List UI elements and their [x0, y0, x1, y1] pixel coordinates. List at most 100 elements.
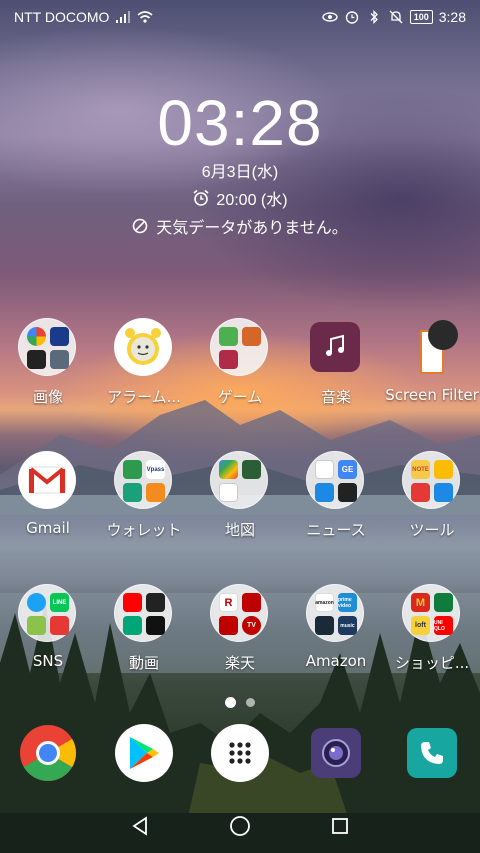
- play-store-icon: [115, 724, 173, 782]
- phone-icon: [407, 728, 457, 778]
- note-mini-icon: NOTE: [411, 460, 430, 479]
- app-music[interactable]: 音楽: [288, 318, 384, 451]
- sns-3-mini-icon: [27, 616, 46, 635]
- music-app-icon: [310, 322, 360, 372]
- images-folder-icon: [18, 318, 76, 376]
- app-gmail[interactable]: Gmail: [0, 451, 96, 584]
- news-4-mini-icon: [338, 483, 357, 502]
- wallet-3-mini-icon: [123, 483, 142, 502]
- games-folder-icon: [210, 318, 268, 376]
- rakuten-3-mini-icon: [219, 616, 238, 635]
- wallet-4-mini-icon: [146, 483, 165, 502]
- photos-mini-icon: [27, 327, 46, 346]
- dock-app-drawer[interactable]: [192, 724, 288, 784]
- tools-3-mini-icon: [411, 483, 430, 502]
- folder-maps[interactable]: 地図: [192, 451, 288, 584]
- gmail-app-icon: [18, 451, 76, 509]
- folder-maps-label: 地図: [224, 521, 255, 539]
- recents-button[interactable]: [320, 806, 360, 846]
- folder-news[interactable]: GE ニュース: [288, 451, 384, 584]
- amazon-shopping-mini-icon: amazon: [315, 593, 334, 612]
- clock-date: 6月3日(水): [201, 164, 279, 181]
- google-maps-mini-icon: [219, 460, 238, 479]
- folder-games[interactable]: ゲーム: [192, 318, 288, 451]
- clock-alarm-row[interactable]: 20:00 (水): [0, 186, 480, 210]
- app-screen-filter-label: Screen Filter: [385, 386, 479, 404]
- app-music-label: 音楽: [320, 388, 351, 406]
- shop-2-mini-icon: [434, 593, 453, 612]
- tools-4-mini-icon: [434, 483, 453, 502]
- folder-wallet-label: ウォレット: [106, 521, 182, 539]
- folder-tools[interactable]: NOTE ツール: [384, 451, 480, 584]
- back-button[interactable]: [120, 806, 160, 846]
- line-mini-icon: LINE: [50, 593, 69, 612]
- dock: [0, 724, 480, 784]
- carrier-name: NTT DOCOMO: [14, 9, 110, 25]
- recents-square-icon: [332, 817, 348, 834]
- dock-chrome[interactable]: [0, 724, 96, 784]
- weather-message: 天気データがありません。: [156, 220, 348, 237]
- mcdonalds-mini-icon: M: [411, 593, 430, 612]
- news-1-mini-icon: [315, 460, 334, 479]
- tools-folder-icon: NOTE: [402, 451, 460, 509]
- signal-icon: [116, 11, 131, 23]
- folder-wallet[interactable]: Vpass ウォレット: [96, 451, 192, 584]
- dock-play-store[interactable]: [96, 724, 192, 784]
- page-dot-2[interactable]: [246, 698, 255, 707]
- rakuten-folder-icon: R TV: [210, 584, 268, 642]
- home-circle-icon: [230, 815, 250, 836]
- app-alarm-label: アラーム...: [107, 388, 181, 406]
- folder-tools-label: ツール: [409, 521, 455, 539]
- map-2-mini-icon: [242, 460, 261, 479]
- dock-phone[interactable]: [384, 724, 480, 784]
- photo-app-mini-icon: [27, 350, 46, 369]
- rakuten-mini-icon: R: [219, 593, 238, 612]
- alarm-app-icon: [114, 318, 172, 376]
- sns-4-mini-icon: [50, 616, 69, 635]
- folder-rakuten-label: 楽天: [224, 654, 255, 672]
- app-drawer-icon: [211, 724, 269, 782]
- sns-folder-icon: LINE: [18, 584, 76, 642]
- no-data-icon: [132, 218, 148, 234]
- folder-news-label: ニュース: [306, 521, 366, 539]
- status-time: 3:28: [438, 9, 466, 25]
- alarm-clock-icon: [193, 189, 209, 206]
- alarm-icon: [345, 11, 358, 24]
- app-screen-filter[interactable]: Screen Filter: [384, 318, 480, 451]
- weather-row[interactable]: 天気データがありません。: [0, 214, 480, 238]
- clock-time[interactable]: 03:28: [0, 88, 480, 158]
- play-triangle-icon: [130, 737, 159, 769]
- gmail-envelope-icon: [28, 466, 66, 494]
- folder-shopping-label: ショッピ...: [394, 654, 470, 672]
- back-triangle-icon: [132, 815, 147, 836]
- navigation-bar: [0, 798, 480, 853]
- youtube-mini-icon: [123, 593, 142, 612]
- folder-images[interactable]: 画像: [0, 318, 96, 451]
- wifi-icon: [137, 11, 153, 23]
- game-2-mini-icon: [242, 327, 261, 346]
- camera-icon: [311, 728, 361, 778]
- page-dot-1[interactable]: [225, 697, 236, 708]
- app-gmail-label: Gmail: [26, 519, 70, 537]
- grid-dots-icon: [229, 742, 251, 764]
- screen-filter-icon: [428, 320, 458, 350]
- remini-mini-icon: [50, 350, 69, 369]
- clock-widget[interactable]: 03:28 6月3日(水) 20:00 (水) 天気データがありません。: [0, 88, 480, 238]
- prime-video-mini-icon: prime video: [338, 593, 357, 612]
- dock-camera[interactable]: [288, 724, 384, 784]
- folder-video-label: 動画: [128, 654, 159, 672]
- news-folder-icon: GE: [306, 451, 364, 509]
- phone-handset-icon: [421, 742, 443, 764]
- folder-sns-label: SNS: [32, 652, 64, 670]
- eye-comfort-icon: [322, 12, 338, 22]
- loft-mini-icon: loft: [411, 616, 430, 635]
- app-alarm[interactable]: アラーム...: [96, 318, 192, 451]
- uniqlo-mini-icon: UNI QLO: [434, 616, 453, 635]
- grid-row-2: Gmail Vpass ウォレット 地図 GE ニュース NOTE ツール: [0, 451, 480, 584]
- home-button[interactable]: [220, 806, 260, 846]
- video-3-mini-icon: [123, 616, 142, 635]
- mute-bell-icon: [389, 10, 403, 24]
- shopping-folder-icon: M loft UNI QLO: [402, 584, 460, 642]
- tv-mini-icon: [146, 593, 165, 612]
- game-empty-slot: [242, 350, 261, 369]
